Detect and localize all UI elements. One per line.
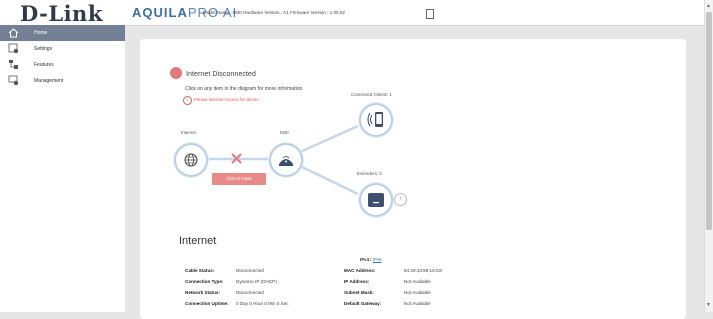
repair-button[interactable]: Click to repair bbox=[212, 173, 266, 185]
extender-icon bbox=[368, 193, 384, 207]
ip-version-toggle: IPv4 / IPv6 bbox=[360, 257, 382, 262]
info-key: Cable Status: bbox=[185, 268, 215, 273]
info-key: Connection Type: bbox=[185, 279, 224, 284]
info-key: Network Status: bbox=[185, 290, 220, 295]
clients-node[interactable] bbox=[359, 103, 393, 137]
internet-node-label: Internet bbox=[181, 130, 196, 135]
section-title: Internet bbox=[179, 235, 217, 247]
info-value: Not Available bbox=[404, 279, 431, 284]
info-value: 0 Day 0 Hour 0 Min 0 Sec bbox=[236, 301, 289, 306]
router-icon bbox=[279, 156, 293, 166]
info-row: Subnet Mask: bbox=[344, 290, 374, 295]
info-row: Default Gateway: bbox=[344, 301, 381, 306]
scrollbar-thumb[interactable] bbox=[706, 12, 712, 230]
extenders-node-label: Extenders: 0 bbox=[357, 171, 382, 176]
internet-node[interactable] bbox=[174, 143, 208, 177]
info-value: Disconnected bbox=[236, 268, 264, 273]
info-row: Cable Status: bbox=[185, 268, 214, 273]
info-key: Connection Uptime: bbox=[185, 301, 229, 306]
info-value: Dynamic IP (DHCP) bbox=[236, 279, 277, 284]
info-value: 84:29:43:99:16:CE bbox=[404, 268, 443, 273]
router-node[interactable] bbox=[269, 143, 303, 177]
info-row: IP Address: bbox=[344, 279, 369, 284]
network-diagram-links bbox=[208, 124, 359, 196]
router-node-label: M30 bbox=[280, 130, 289, 135]
ip-version-separator: / bbox=[370, 257, 372, 262]
info-value: Disconnected bbox=[236, 290, 264, 295]
scroll-up-icon[interactable]: ▲ bbox=[706, 3, 711, 9]
info-row: Network Status: bbox=[185, 290, 220, 295]
info-value: Not Available bbox=[404, 301, 431, 306]
info-key: MAC Address: bbox=[344, 268, 376, 273]
clients-node-label: Connected Clients: 1 bbox=[351, 92, 392, 97]
ipv4-tab[interactable]: IPv4 bbox=[360, 257, 369, 262]
info-row: MAC Address: bbox=[344, 268, 375, 273]
info-key: Subnet Mask: bbox=[344, 290, 374, 295]
info-key: IP Address: bbox=[344, 279, 370, 284]
info-row: Connection Uptime: bbox=[185, 301, 229, 306]
scroll-down-icon[interactable]: ▼ bbox=[706, 302, 711, 308]
globe-icon bbox=[184, 153, 198, 167]
info-key: Default Gateway: bbox=[344, 301, 382, 306]
ipv6-tab[interactable]: IPv6 bbox=[373, 257, 382, 262]
info-row: Connection Type: bbox=[185, 279, 223, 284]
page-scrollbar[interactable]: ▲ ▼ bbox=[704, 0, 713, 312]
extenders-node[interactable] bbox=[359, 183, 393, 217]
phone-icon bbox=[367, 112, 383, 127]
info-value: Not Available bbox=[404, 290, 431, 295]
chevron-right-icon[interactable]: › bbox=[394, 193, 407, 206]
